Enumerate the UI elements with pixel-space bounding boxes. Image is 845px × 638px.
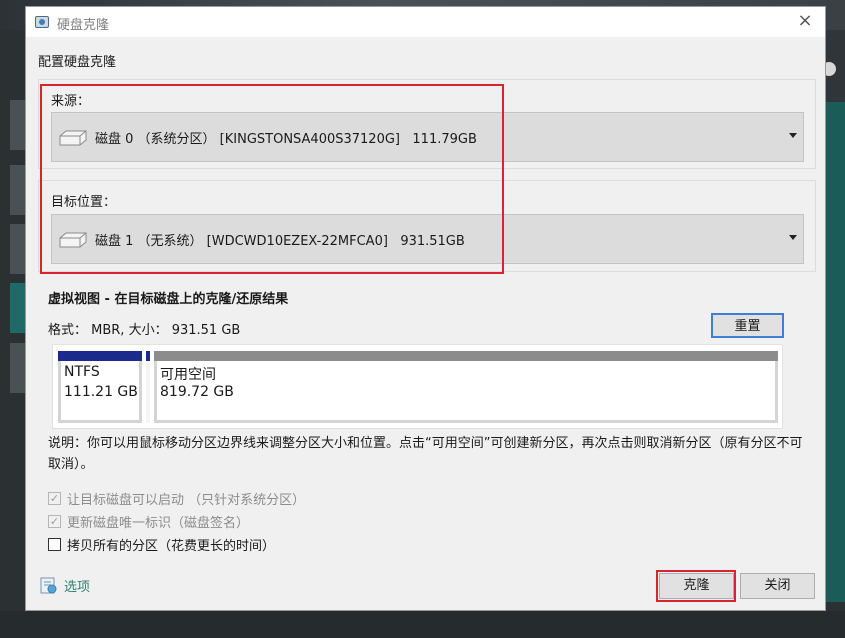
partition-name: NTFS	[64, 364, 100, 380]
virtual-disk-map: NTFS 111.21 GB 可用空间 819.72 GB	[52, 344, 783, 429]
checkbox-label: 让目标磁盘可以启动 （只针对系统分区）	[67, 493, 306, 508]
partition-size: 819.72 GB	[160, 384, 234, 400]
virtual-view-title: 虚拟视图 - 在目标磁盘上的克隆/还原结果	[48, 292, 289, 307]
background-panel-teal	[826, 102, 845, 602]
partition-ntfs[interactable]: NTFS 111.21 GB	[58, 351, 142, 423]
partition-bar	[154, 351, 778, 361]
hard-disk-icon	[58, 232, 88, 248]
checkbox-label: 拷贝所有的分区（花费更长的时间）	[67, 539, 276, 554]
chevron-down-icon	[789, 133, 797, 138]
close-icon[interactable]: ×	[795, 11, 815, 31]
section-title: 配置硬盘克隆	[38, 55, 117, 70]
partition-unallocated[interactable]: 可用空间 819.72 GB	[154, 351, 778, 423]
make-bootable-checkbox[interactable]: ✓ 让目标磁盘可以启动 （只针对系统分区）	[48, 489, 305, 508]
copy-all-partitions-checkbox[interactable]: 拷贝所有的分区（花费更长的时间）	[48, 535, 275, 554]
dialog-titlebar: 硬盘克隆 ×	[26, 7, 825, 37]
checkbox-box	[48, 538, 61, 551]
source-disk-select[interactable]: 磁盘 0 （系统分区） [KINGSTONSA400S37120G] 111.7…	[51, 112, 804, 162]
checkbox-box: ✓	[48, 515, 61, 528]
dialog-title: 硬盘克隆	[57, 18, 110, 33]
hard-disk-icon	[58, 130, 88, 146]
instruction-note: 说明：你可以用鼠标移动分区边界线来调整分区大小和位置。点击“可用空间”可创建新分…	[48, 436, 803, 472]
disk-format-info: 格式： MBR, 大小： 931.51 GB	[48, 323, 241, 338]
partition-size: 111.21 GB	[64, 384, 138, 400]
partition-body: 可用空间 819.72 GB	[154, 361, 778, 423]
reset-button[interactable]: 重置	[711, 313, 784, 338]
options-link[interactable]: 选项	[38, 575, 90, 595]
partition-name: 可用空间	[160, 367, 216, 383]
target-disk-value: 磁盘 1 （无系统） [WDCWD10EZEX-22MFCA0] 931.51G…	[95, 233, 465, 249]
close-button[interactable]: 关闭	[740, 573, 815, 599]
partition-body: NTFS 111.21 GB	[58, 361, 142, 423]
clone-disk-dialog: 硬盘克隆 × 配置硬盘克隆 来源： 磁盘 0 （系统分区） [KINGSTONS…	[25, 6, 826, 611]
target-label: 目标位置：	[51, 195, 117, 210]
source-label: 来源：	[51, 94, 91, 109]
clone-button[interactable]: 克隆	[659, 573, 734, 599]
background-bottom	[0, 611, 845, 638]
app-icon	[35, 16, 49, 28]
update-signature-checkbox[interactable]: ✓ 更新磁盘唯一标识（磁盘签名）	[48, 512, 249, 531]
partition-boundary-handle[interactable]	[146, 351, 150, 423]
source-disk-value: 磁盘 0 （系统分区） [KINGSTONSA400S37120G] 111.7…	[95, 131, 477, 147]
options-icon	[38, 575, 58, 595]
chevron-down-icon	[789, 235, 797, 240]
source-group: 来源： 磁盘 0 （系统分区） [KINGSTONSA400S37120G] 1…	[38, 79, 816, 169]
target-disk-select[interactable]: 磁盘 1 （无系统） [WDCWD10EZEX-22MFCA0] 931.51G…	[51, 214, 804, 264]
options-label: 选项	[64, 579, 91, 595]
target-group: 目标位置： 磁盘 1 （无系统） [WDCWD10EZEX-22MFCA0] 9…	[38, 180, 816, 272]
checkbox-label: 更新磁盘唯一标识（磁盘签名）	[67, 516, 250, 531]
checkbox-box: ✓	[48, 492, 61, 505]
partition-bar	[58, 351, 142, 361]
